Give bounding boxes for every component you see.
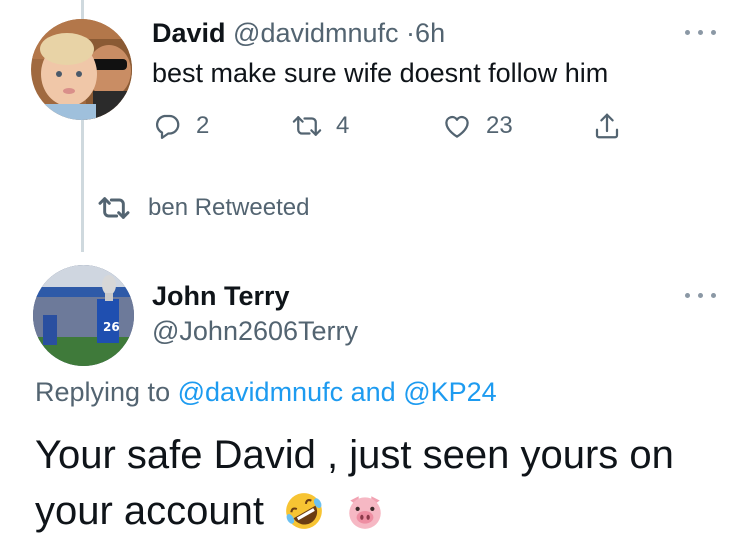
avatar-david[interactable] xyxy=(31,19,132,120)
tweet1-actions: 2 4 23 xyxy=(152,108,632,144)
like-button[interactable]: 23 xyxy=(442,108,513,144)
reply-icon xyxy=(155,114,180,139)
tweet2-name[interactable]: John Terry xyxy=(152,279,290,313)
tweet2-more-icon[interactable] xyxy=(683,290,719,300)
tweet2-handle[interactable]: @John2606Terry xyxy=(152,314,358,348)
reply-mention-kp24[interactable]: @KP24 xyxy=(403,377,496,407)
avatar-john-terry[interactable]: 26 xyxy=(33,265,134,366)
reply-count: 2 xyxy=(196,112,210,139)
tweet1-header: David @davidmnufc ·6h xyxy=(152,16,445,50)
svg-text:26: 26 xyxy=(103,320,120,334)
retweet-icon xyxy=(292,116,322,136)
tweet1-more-icon[interactable] xyxy=(683,27,719,37)
tweet1-handle[interactable]: @davidmnufc xyxy=(233,18,398,48)
retweet-context[interactable]: ben Retweeted xyxy=(98,190,309,226)
like-icon xyxy=(445,115,469,138)
reply-mention-davidmnufc[interactable]: @davidmnufc xyxy=(178,377,343,407)
share-button[interactable] xyxy=(592,108,622,144)
like-count: 23 xyxy=(486,112,513,139)
replying-prefix: Replying to xyxy=(35,377,171,407)
tweet1-time[interactable]: 6h xyxy=(415,18,445,48)
retweet-icon xyxy=(98,197,130,219)
retweet-button[interactable]: 4 xyxy=(292,108,349,144)
replying-to: Replying to @davidmnufc and @KP24 xyxy=(35,375,497,409)
reply-button[interactable]: 2 xyxy=(152,108,209,144)
retweet-count: 4 xyxy=(336,112,350,139)
tweet1-name[interactable]: David xyxy=(152,18,226,48)
share-icon xyxy=(595,113,619,139)
reply-mention-and: and xyxy=(350,377,396,407)
pig-face-emoji-icon xyxy=(349,496,382,529)
tweet2-text-block: Your safe David , just seen yours on you… xyxy=(35,427,735,539)
tweet1-text: best make sure wife doesnt follow him xyxy=(152,58,609,88)
retweet-context-text: ben Retweeted xyxy=(148,194,310,221)
rolling-laughing-emoji-icon xyxy=(286,493,323,529)
tweet1-separator: · xyxy=(406,18,416,48)
